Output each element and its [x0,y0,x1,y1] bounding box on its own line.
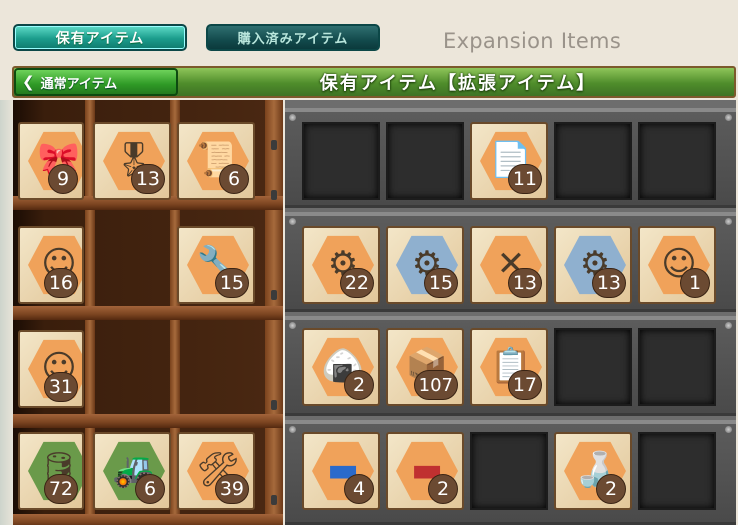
grid-item[interactable]: ⚙ 22 [302,226,380,304]
item-count: 2 [428,474,458,504]
tab-purchased-items[interactable]: 購入済みアイテム [206,24,380,51]
chevron-left-icon: ❮ [22,73,35,91]
grid-item[interactable]: 🍶 2 [554,432,632,510]
grid-item[interactable]: 🍙 2 [302,328,380,406]
item-count: 39 [214,474,249,504]
item-count: 15 [214,268,249,298]
tab-owned-items[interactable]: 保有アイテム [13,24,187,51]
shelf-item[interactable]: 🔧 15 [177,226,255,304]
item-count: 17 [507,370,542,400]
grid-item[interactable]: ✕ 13 [470,226,548,304]
item-count: 13 [130,164,165,194]
item-count: 2 [344,370,374,400]
grid-item[interactable]: ☺ 1 [638,226,716,304]
grid-item[interactable]: ⚙ 13 [554,226,632,304]
grid-item[interactable]: 📄 11 [470,122,548,200]
item-count: 15 [423,268,458,298]
empty-slot [638,328,716,406]
grid-item[interactable]: 📦 107 [386,328,464,406]
empty-slot [554,122,632,200]
shelf-item[interactable]: 📜 6 [177,122,255,200]
item-count: 31 [43,372,78,402]
item-count: 6 [219,164,249,194]
empty-slot [638,432,716,510]
item-count: 1 [680,268,710,298]
item-count: 72 [43,474,78,504]
shelf-item[interactable]: 🎖 13 [93,122,171,200]
empty-slot [554,328,632,406]
grid-item[interactable]: ▬ 2 [386,432,464,510]
item-count: 9 [48,164,78,194]
item-count: 107 [413,370,458,400]
grid-item[interactable]: ▬ 4 [302,432,380,510]
grid-item[interactable]: ⚙ 15 [386,226,464,304]
item-count: 13 [507,268,542,298]
grid-item[interactable]: 📋 17 [470,328,548,406]
normal-items-button[interactable]: ❮ 通常アイテム [14,68,178,96]
empty-slot [470,432,548,510]
item-count: 6 [135,474,165,504]
shelf-item[interactable]: 🚜 6 [93,432,171,510]
item-count: 22 [339,268,374,298]
normal-items-label: 通常アイテム [40,76,118,92]
shelf-item[interactable]: 🛠 39 [177,432,255,510]
page-title: 保有アイテム【拡張アイテム】 [319,73,597,94]
empty-slot [638,122,716,200]
shelf-item[interactable]: ☺ 16 [18,226,84,304]
item-count: 11 [507,164,542,194]
shelf-item[interactable]: 🎀 9 [18,122,84,200]
expansion-items-heading: Expansion Items [443,29,622,53]
item-count: 4 [344,474,374,504]
shelf-item[interactable]: 🛢 72 [18,432,84,510]
shelf-item[interactable]: ☺ 31 [18,330,84,408]
item-count: 2 [596,474,626,504]
item-count: 16 [43,268,78,298]
left-edge-decoration [0,100,13,525]
empty-slot [386,122,464,200]
empty-slot [302,122,380,200]
item-count: 13 [591,268,626,298]
